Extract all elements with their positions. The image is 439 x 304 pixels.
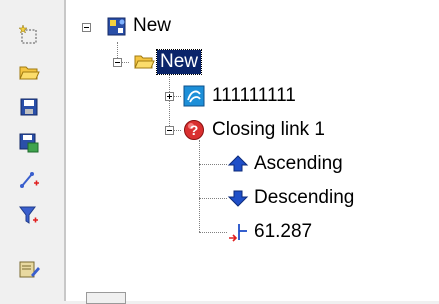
add-filter-icon — [19, 206, 38, 224]
new-item-icon — [18, 24, 37, 44]
arrow-up-icon — [227, 153, 249, 175]
arrow-down-icon — [227, 187, 249, 209]
panel-tab[interactable] — [86, 292, 126, 304]
open-button[interactable] — [16, 59, 42, 85]
tree-connector — [169, 72, 170, 130]
add-link-button[interactable] — [16, 166, 42, 192]
tree-node-closing-link[interactable]: Closing link 1 — [209, 118, 328, 142]
tree-node-folder[interactable]: New — [155, 49, 203, 75]
tree-node-ascending[interactable]: Ascending — [251, 152, 346, 176]
project-icon — [106, 16, 128, 38]
tree-connector — [199, 232, 227, 233]
tree-connector — [117, 42, 118, 58]
tree-connector — [199, 140, 200, 232]
tree-node-value[interactable]: 61.287 — [251, 220, 315, 244]
collapse-folder-toggle[interactable] — [113, 58, 122, 67]
toolbar — [0, 0, 64, 301]
save-button[interactable] — [16, 94, 42, 120]
threshold-icon — [227, 221, 249, 243]
tree-node-item[interactable]: 111111111 — [209, 84, 299, 108]
tree-connector — [199, 164, 227, 165]
edit-button[interactable] — [16, 256, 42, 282]
question-icon: ? — [183, 119, 205, 141]
save-as-icon — [19, 133, 39, 153]
expand-item-toggle[interactable] — [165, 92, 174, 101]
collapse-closing-toggle[interactable] — [165, 126, 174, 135]
save-as-button[interactable] — [16, 130, 42, 156]
add-link-icon — [20, 172, 39, 188]
save-icon — [20, 98, 38, 116]
data-source-icon — [183, 85, 205, 107]
new-item-button[interactable] — [16, 22, 42, 48]
open-folder-icon — [19, 66, 40, 80]
tree-node-descending[interactable]: Descending — [251, 186, 357, 210]
add-filter-button[interactable] — [16, 202, 42, 228]
collapse-root-toggle[interactable] — [82, 23, 91, 32]
tree-view[interactable]: New New 111111111 ? Closing link 1 Ascen… — [64, 0, 439, 301]
folder-icon — [133, 50, 155, 72]
tree-node-root[interactable]: New — [130, 14, 174, 38]
tree-connector — [199, 198, 227, 199]
svg-text:?: ? — [190, 122, 199, 138]
edit-icon — [19, 261, 40, 278]
